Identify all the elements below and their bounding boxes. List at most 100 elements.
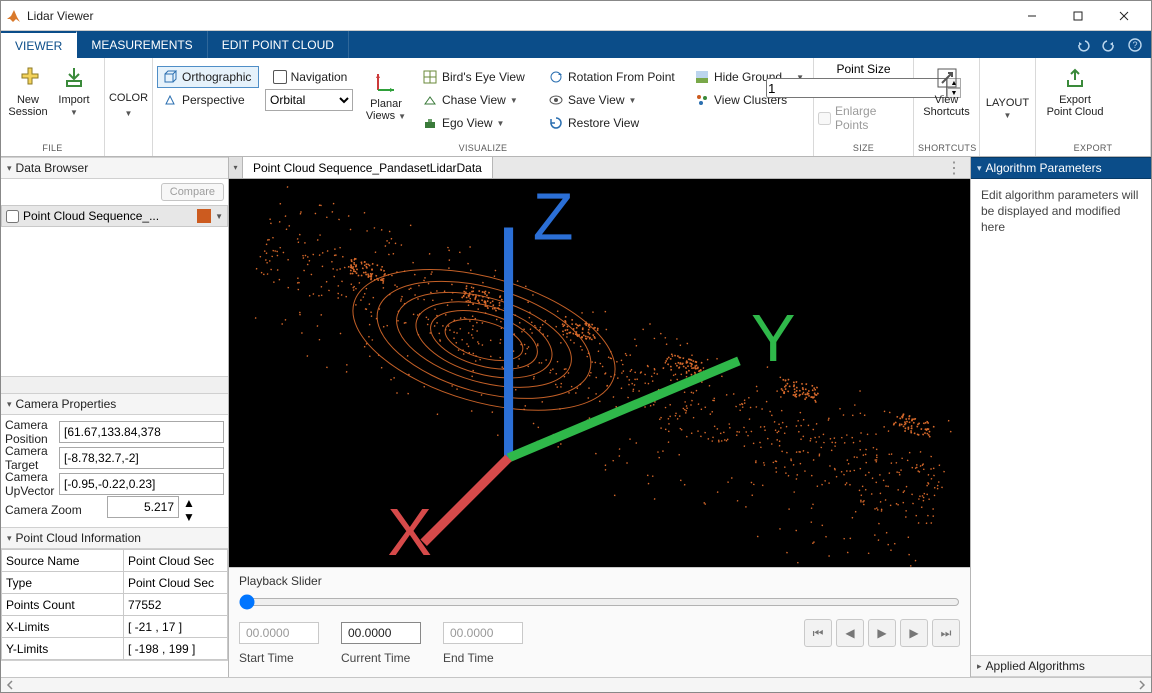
camera-target-input[interactable] [59, 447, 224, 469]
undo-button[interactable] [1071, 35, 1095, 55]
point-cloud-viewport[interactable]: Z Y X [229, 179, 970, 567]
compare-button[interactable]: Compare [161, 183, 224, 201]
current-time-box[interactable]: 00.0000 [341, 622, 421, 644]
chevron-down-icon: ▼ [510, 96, 518, 105]
planar-views-button[interactable]: Planar Views ▼ [361, 64, 411, 123]
svg-text:Z: Z [533, 181, 574, 255]
start-time-label: Start Time [239, 651, 319, 665]
restore-view-button[interactable]: Restore View [543, 112, 683, 134]
camera-properties-header[interactable]: ▾Camera Properties [1, 393, 228, 415]
step-back-button[interactable]: ◀ [836, 619, 864, 647]
start-time-box: 00.0000 [239, 622, 319, 644]
tab-overflow[interactable]: ⋮ [938, 157, 970, 178]
layout-button[interactable]: LAYOUT▼ [984, 81, 1031, 120]
step-forward-button[interactable]: ▶ [900, 619, 928, 647]
cube-persp-icon [162, 92, 178, 108]
document-tab[interactable]: Point Cloud Sequence_PandasetLidarData [243, 157, 493, 178]
help-button[interactable]: ? [1123, 35, 1147, 55]
rotation-from-point-button[interactable]: Rotation From Point [543, 66, 683, 88]
playback-panel: Playback Slider 00.0000 00.0000 00.0000 … [229, 567, 970, 677]
cube-icon [162, 69, 178, 85]
toolstrip-tabs: VIEWER MEASUREMENTS EDIT POINT CLOUD ? [1, 31, 1151, 58]
camera-properties: Camera Position Camera Target Camera UpV… [1, 415, 228, 527]
goto-start-button[interactable]: ⏮ [804, 619, 832, 647]
data-browser-item[interactable]: Point Cloud Sequence_... ▼ [1, 205, 228, 227]
import-label: Import▼ [58, 94, 89, 119]
play-button[interactable]: ▶ [868, 619, 896, 647]
redo-button[interactable] [1097, 35, 1121, 55]
tab-measurements[interactable]: MEASUREMENTS [77, 31, 207, 58]
matlab-icon [5, 8, 21, 24]
table-row: Points Count77552 [2, 594, 228, 616]
goto-end-button[interactable]: ⏭ [932, 619, 960, 647]
chase-icon [422, 92, 438, 108]
group-label-color [109, 141, 148, 155]
info-value: Point Cloud Sec [124, 550, 228, 572]
axes-gizmo: Z Y X [229, 179, 970, 567]
chase-view-button[interactable]: Chase View ▼ [417, 89, 537, 111]
perspective-button[interactable]: Perspective [157, 89, 259, 111]
maximize-button[interactable] [1055, 1, 1101, 30]
algorithm-parameters-header[interactable]: ▾Algorithm Parameters [971, 157, 1151, 179]
tab-editpc[interactable]: EDIT POINT CLOUD [208, 31, 349, 58]
info-key: X-Limits [2, 616, 124, 638]
tab-dropdown[interactable]: ▾ [229, 157, 243, 178]
pc-info-hscroll[interactable] [1, 660, 228, 677]
item-checkbox[interactable] [6, 210, 19, 223]
group-label-export: EXPORT [1040, 141, 1146, 155]
navigation-mode-select[interactable]: Orbital [265, 89, 353, 111]
view-shortcuts-button[interactable]: View Shortcuts [918, 60, 975, 118]
new-session-button[interactable]: New Session [5, 60, 51, 118]
info-value: 77552 [124, 594, 228, 616]
zoom-down[interactable]: ▼ [183, 510, 195, 524]
minimize-button[interactable] [1009, 1, 1055, 30]
data-browser-header[interactable]: ▾Data Browser [1, 157, 228, 179]
camera-zoom-input[interactable] [107, 496, 179, 518]
export-point-cloud-button[interactable]: Export Point Cloud [1040, 60, 1110, 118]
info-key: Source Name [2, 550, 124, 572]
import-button[interactable]: Import▼ [51, 60, 97, 119]
rotate-icon [548, 69, 564, 85]
save-view-button[interactable]: Save View ▼ [543, 89, 683, 111]
end-time-box: 00.0000 [443, 622, 523, 644]
left-pane: ▾Data Browser Compare Point Cloud Sequen… [1, 157, 229, 677]
axes-icon [372, 68, 400, 96]
ego-view-button[interactable]: Ego View ▼ [417, 112, 537, 134]
tab-viewer[interactable]: VIEWER [1, 31, 77, 58]
eye-icon [548, 92, 564, 108]
scroll-right-icon[interactable] [1135, 678, 1149, 692]
color-swatch[interactable] [197, 209, 211, 223]
camera-upvector-input[interactable] [59, 473, 224, 495]
zoom-up[interactable]: ▲ [183, 496, 195, 510]
camera-target-label: Camera Target [1, 444, 59, 472]
playback-slider[interactable] [239, 594, 960, 610]
applied-algorithms-header[interactable]: ▸Applied Algorithms [971, 655, 1151, 677]
chevron-down-icon: ▼ [398, 112, 406, 121]
navigation-button[interactable]: Navigation [265, 66, 355, 88]
camera-position-input[interactable] [59, 421, 224, 443]
enlarge-points-checkbox[interactable]: Enlarge Points [818, 104, 909, 132]
reset-icon [548, 115, 564, 131]
birds-eye-button[interactable]: Bird's Eye View [417, 66, 537, 88]
chevron-down-icon: ▾ [7, 163, 12, 174]
info-value: [ -21 , 17 ] [124, 616, 228, 638]
data-browser-hscroll[interactable] [1, 376, 228, 393]
camera-upvector-label: Camera UpVector [1, 470, 59, 498]
pc-info-table: Source NamePoint Cloud SecTypePoint Clou… [1, 549, 228, 660]
svg-text:Y: Y [751, 302, 795, 376]
window-title: Lidar Viewer [27, 9, 1009, 23]
chevron-down-icon: ▼ [125, 109, 133, 118]
color-button[interactable]: COLOR ▼ [109, 80, 148, 122]
close-button[interactable] [1101, 1, 1147, 30]
data-browser-empty [1, 227, 228, 376]
export-label: Export Point Cloud [1047, 94, 1104, 118]
info-key: Type [2, 572, 124, 594]
info-key: Points Count [2, 594, 124, 616]
pc-info-header[interactable]: ▾Point Cloud Information [1, 527, 228, 549]
orthographic-button[interactable]: Orthographic [157, 66, 259, 88]
group-label-layout [984, 141, 1031, 155]
scroll-left-icon[interactable] [3, 678, 17, 692]
svg-text:?: ? [1132, 40, 1137, 50]
chevron-down-icon[interactable]: ▼ [215, 212, 223, 221]
cursor-icon [273, 70, 287, 84]
